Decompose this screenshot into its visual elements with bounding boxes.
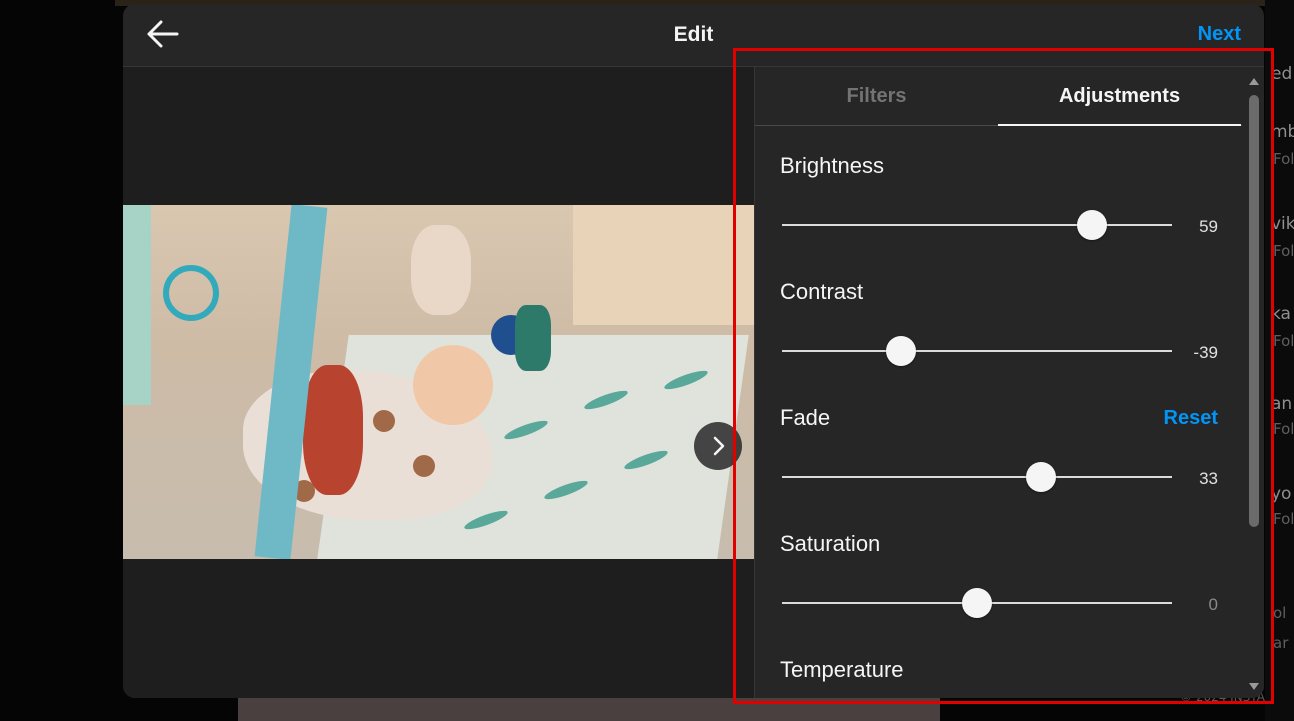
photo-detail: [515, 305, 551, 371]
photo-detail: [413, 455, 435, 477]
bg-text: Fol: [1273, 150, 1294, 168]
photo-preview: [123, 205, 754, 559]
photo-detail: [123, 205, 151, 405]
dialog-title: Edit: [673, 23, 714, 46]
bg-text: ar: [1273, 634, 1289, 652]
bg-text: Fol: [1273, 420, 1294, 438]
photo-detail: [303, 365, 363, 495]
bg-text: yo: [1271, 484, 1292, 504]
bg-text: ol: [1273, 604, 1287, 622]
bg-text: Fol: [1273, 510, 1294, 528]
bg-text: an: [1271, 394, 1293, 414]
bg-text: vik: [1271, 214, 1294, 234]
photo-detail: [163, 265, 219, 321]
bg-text: mb: [1271, 122, 1294, 142]
photo-preview-area: [123, 67, 754, 698]
bg-text: Fol: [1273, 242, 1294, 260]
bg-text: Fol: [1273, 332, 1294, 350]
photo-detail: [413, 345, 493, 425]
photo-detail: [573, 205, 754, 325]
next-button[interactable]: Next: [1198, 23, 1241, 46]
highlight-annotation-box: [733, 48, 1274, 704]
photo-detail: [411, 225, 471, 315]
photo-detail: [373, 410, 395, 432]
bg-text: ed f: [1271, 64, 1294, 84]
